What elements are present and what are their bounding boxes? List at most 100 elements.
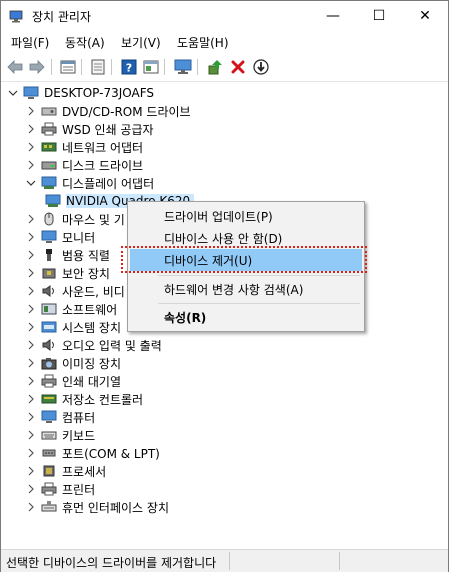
tree-item-sound[interactable]: 사운드, 비디 [25,282,125,300]
maximize-button[interactable]: ☐ [356,1,402,31]
chevron-right-icon[interactable] [25,321,37,333]
status-separator [229,552,230,570]
menu-action[interactable]: 동작(A) [65,34,105,51]
chevron-down-icon[interactable] [25,177,37,189]
tree-item-audio-io[interactable]: 오디오 입력 및 출력 [25,336,162,354]
chevron-right-icon[interactable] [25,123,37,135]
mouse-icon [41,212,57,226]
properties-sheet-icon[interactable] [59,58,77,76]
tree-item-storage[interactable]: 저장소 컨트롤러 [25,390,143,408]
tree-item-hid[interactable]: 휴먼 인터페이스 장치 [25,498,169,516]
tree-item-keyboard[interactable]: 키보드 [25,426,95,444]
chevron-right-icon[interactable] [25,285,37,297]
menu-file[interactable]: 파일(F) [11,34,49,51]
chevron-right-icon[interactable] [25,141,37,153]
back-arrow-icon[interactable] [6,58,24,76]
tree-item-usb[interactable]: 범용 직렬 [25,246,110,264]
chevron-down-icon[interactable] [7,87,19,99]
software-device-icon [41,302,57,316]
tree-item-network[interactable]: 네트워크 어댑터 [25,138,143,156]
monitor-icon [41,230,57,244]
chevron-right-icon[interactable] [25,213,37,225]
chevron-right-icon[interactable] [25,303,37,315]
tree-item-system[interactable]: 시스템 장치 [25,318,121,336]
forward-arrow-icon[interactable] [28,58,46,76]
computer-icon [41,410,57,424]
tree-item-monitor[interactable]: 모니터 [25,228,95,246]
toolbar: ? [1,53,448,82]
minimize-button[interactable]: — [310,1,356,31]
usb-icon [41,248,57,262]
close-button[interactable]: ✕ [402,1,448,31]
tree-item-processor[interactable]: 프로세서 [25,462,106,480]
chevron-right-icon[interactable] [25,429,37,441]
chevron-right-icon[interactable] [25,339,37,351]
help-icon[interactable]: ? [120,58,138,76]
toolbar-separator [197,59,198,75]
context-menu-separator [158,275,360,276]
chevron-right-icon[interactable] [25,501,37,513]
window-title: 장치 관리자 [32,10,92,24]
uninstall-x-icon[interactable] [229,58,247,76]
tree-item-ports[interactable]: 포트(COM & LPT) [25,444,160,462]
printer-icon [41,122,57,136]
print-queue-icon [41,374,57,388]
tree-item-computer[interactable]: 컴퓨터 [25,408,95,426]
tree-item-dvd[interactable]: DVD/CD-ROM 드라이브 [25,102,191,120]
security-device-icon [41,266,57,280]
tree-item-display[interactable]: 디스플레이 어댑터 [25,174,154,192]
chevron-right-icon[interactable] [25,231,37,243]
tree-root[interactable]: DESKTOP-73JOAFS [7,84,154,102]
tree-item-mouse[interactable]: 마우스 및 기 [25,210,125,228]
chevron-right-icon[interactable] [25,393,37,405]
toolbar-separator [81,59,82,75]
tree-item-imaging[interactable]: 이미징 장치 [25,354,121,372]
tree-item-printers[interactable]: 프린터 [25,480,95,498]
status-bar: 선택한 디바이스의 드라이버를 제거합니다 [1,549,448,572]
menu-view[interactable]: 보기(V) [121,34,161,51]
computer-icon [23,86,39,100]
chevron-right-icon[interactable] [25,483,37,495]
chevron-right-icon[interactable] [25,267,37,279]
chevron-right-icon[interactable] [25,159,37,171]
toolbar-separator [51,59,52,75]
tree-item-software[interactable]: 소프트웨어 [25,300,117,318]
dvd-drive-icon [41,104,57,118]
title-bar: 장치 관리자 — ☐ ✕ [1,1,448,31]
speaker-icon [41,284,57,298]
keyboard-icon [41,428,57,442]
chevron-right-icon[interactable] [25,465,37,477]
chevron-right-icon[interactable] [25,375,37,387]
svg-text:?: ? [126,62,132,75]
chevron-right-icon[interactable] [25,249,37,261]
tree-item-disk[interactable]: 디스크 드라이브 [25,156,143,174]
toolbar-separator [111,59,112,75]
menu-update-driver[interactable]: 드라이버 업데이트(P) [130,205,362,227]
chevron-right-icon[interactable] [25,357,37,369]
disk-drive-icon [41,158,57,172]
tree-item-print-queue[interactable]: 인쇄 대기열 [25,372,121,390]
chevron-right-icon[interactable] [25,447,37,459]
refresh-list-icon[interactable] [89,58,107,76]
chevron-right-icon[interactable] [25,105,37,117]
storage-controller-icon [41,392,57,406]
chevron-right-icon[interactable] [25,411,37,423]
computer-name: DESKTOP-73JOAFS [44,86,155,100]
status-text: 선택한 디바이스의 드라이버를 제거합니다 [6,556,217,570]
toolbar-separator [164,59,165,75]
system-device-icon [41,320,57,334]
update-driver-icon[interactable] [206,58,224,76]
menu-help[interactable]: 도움말(H) [177,34,229,51]
scan-hardware-monitor-icon[interactable] [174,58,192,76]
disable-device-down-arrow-icon[interactable] [252,58,270,76]
camera-icon [41,356,57,370]
menu-scan-hardware[interactable]: 하드웨어 변경 사항 검색(A) [130,278,362,300]
device-manager-icon [9,10,23,23]
view-window-icon[interactable] [142,58,160,76]
highlight-outline [121,246,367,273]
network-adapter-icon [41,140,57,154]
tree-item-wsd[interactable]: WSD 인쇄 공급자 [25,120,154,138]
menu-properties[interactable]: 속성(R) [130,306,362,328]
tree-item-security[interactable]: 보안 장치 [25,264,110,282]
context-menu-separator [158,303,360,304]
